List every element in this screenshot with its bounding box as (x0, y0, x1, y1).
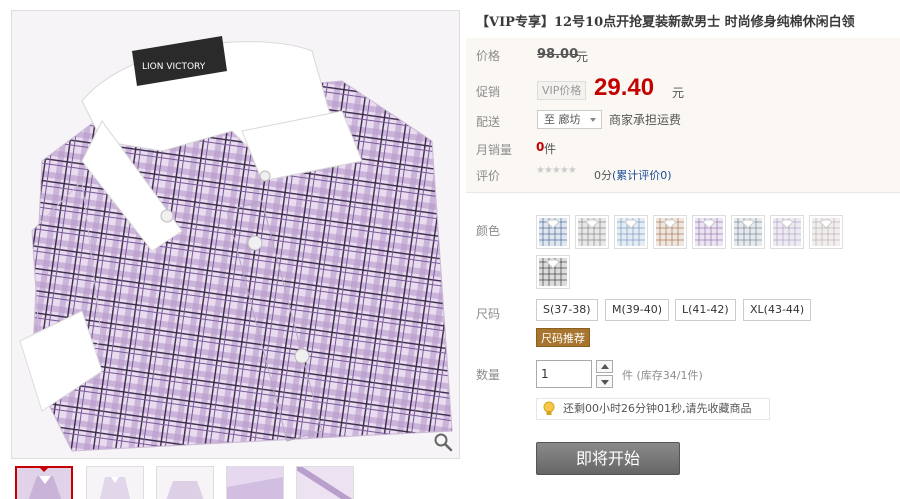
quantity-input[interactable] (536, 360, 592, 388)
monthly-sales-label: 月销量 (476, 143, 513, 157)
swatch-image (812, 218, 840, 246)
swatch-image (734, 218, 762, 246)
sales-unit: 件 (544, 142, 557, 156)
currency-unit: 元 (576, 50, 589, 64)
chevron-down-icon (601, 380, 609, 385)
color-swatch-grey-plaid[interactable] (575, 215, 609, 249)
thumbnail-image (157, 467, 213, 499)
thumbnail-5[interactable] (296, 466, 354, 499)
quantity-increase-button[interactable] (596, 360, 613, 373)
thumbnail-strip (11, 466, 460, 499)
size-guide-button[interactable]: 尺码推荐 (536, 328, 590, 347)
product-main-image[interactable]: LION VICTORY (11, 10, 460, 459)
brand-label: LION VICTORY (142, 62, 206, 72)
countdown-notice: 还剩00小时26分钟01秒,请先收藏商品 (536, 398, 770, 420)
rating-score: 0分 (594, 169, 612, 182)
active-thumb-indicator (39, 468, 49, 472)
color-swatch-purple-plaid[interactable] (692, 215, 726, 249)
stock-info: 件 (库存34/1件) (622, 369, 703, 382)
review-count-link[interactable]: (累计评价0) (612, 169, 672, 182)
rating-stars: ★★★★★ (536, 165, 577, 176)
promo-label: 促销 (476, 85, 501, 99)
original-price: 98.00 (537, 47, 579, 62)
rating-summary: 0分(累计评价0) (594, 167, 672, 183)
thumbnail-image (17, 468, 71, 499)
color-swatch-dark-plaid[interactable] (536, 255, 570, 289)
chevron-up-icon (601, 364, 609, 369)
promo-price: 29.40 (594, 74, 655, 101)
price-label: 价格 (476, 49, 501, 63)
quantity-label: 数量 (476, 368, 501, 382)
countdown-text: 还剩00小时26分钟01秒,请先收藏商品 (563, 402, 752, 415)
swatch-image (773, 218, 801, 246)
shirt-illustration: LION VICTORY (12, 11, 459, 458)
color-label: 颜色 (476, 224, 501, 238)
zoom-icon[interactable] (433, 432, 453, 452)
thumbnail-1[interactable] (15, 466, 73, 499)
swatch-image (695, 218, 723, 246)
swatch-image (656, 218, 684, 246)
shipping-note: 商家承担运费 (609, 113, 682, 127)
size-option-xl[interactable]: XL(43-44) (743, 299, 812, 321)
size-option-l[interactable]: L(41-42) (675, 299, 736, 321)
size-label: 尺码 (476, 307, 501, 321)
chevron-down-icon (589, 118, 596, 122)
shipping-destination-value: 至 廊坊 (544, 113, 581, 126)
thumbnail-image (227, 467, 283, 499)
swatch-image (578, 218, 606, 246)
price-panel: 价格 98.00 元 促销 VIP价格 29.40 元 配送 至 廊坊 商家承担… (466, 38, 900, 192)
thumbnail-4[interactable] (226, 466, 284, 499)
thumbnail-image (87, 467, 143, 499)
size-option-m[interactable]: M(39-40) (605, 299, 670, 321)
start-soon-button[interactable]: 即将开始 (536, 442, 680, 475)
swatch-image (617, 218, 645, 246)
color-swatch-lavender[interactable] (770, 215, 804, 249)
lightbulb-icon (543, 401, 555, 415)
size-option-s[interactable]: S(37-38) (536, 299, 598, 321)
thumbnail-2[interactable] (86, 466, 144, 499)
color-swatch-light-blue[interactable] (614, 215, 648, 249)
color-swatch-grey-blue[interactable] (731, 215, 765, 249)
thumbnail-3[interactable] (156, 466, 214, 499)
color-swatch-pale-plaid[interactable] (809, 215, 843, 249)
shipping-label: 配送 (476, 115, 501, 129)
shipping-destination-select[interactable]: 至 廊坊 (537, 110, 602, 129)
thumbnail-image (297, 467, 353, 499)
rating-label: 评价 (476, 169, 501, 183)
swatch-image (539, 218, 567, 246)
quantity-decrease-button[interactable] (596, 375, 613, 388)
color-swatch-blue-plaid[interactable] (536, 215, 570, 249)
color-swatch-brown-plaid[interactable] (653, 215, 687, 249)
currency-unit: 元 (672, 86, 685, 100)
product-title: 【VIP专享】12号10点开抢夏装新款男士 时尚修身纯棉休闲白领 (476, 15, 855, 30)
swatch-image (539, 258, 567, 286)
options-panel: 颜色 尺码 S(37-38) M(39-40) L(41-42) XL(43-4… (466, 193, 900, 499)
vip-price-tag: VIP价格 (537, 81, 587, 100)
